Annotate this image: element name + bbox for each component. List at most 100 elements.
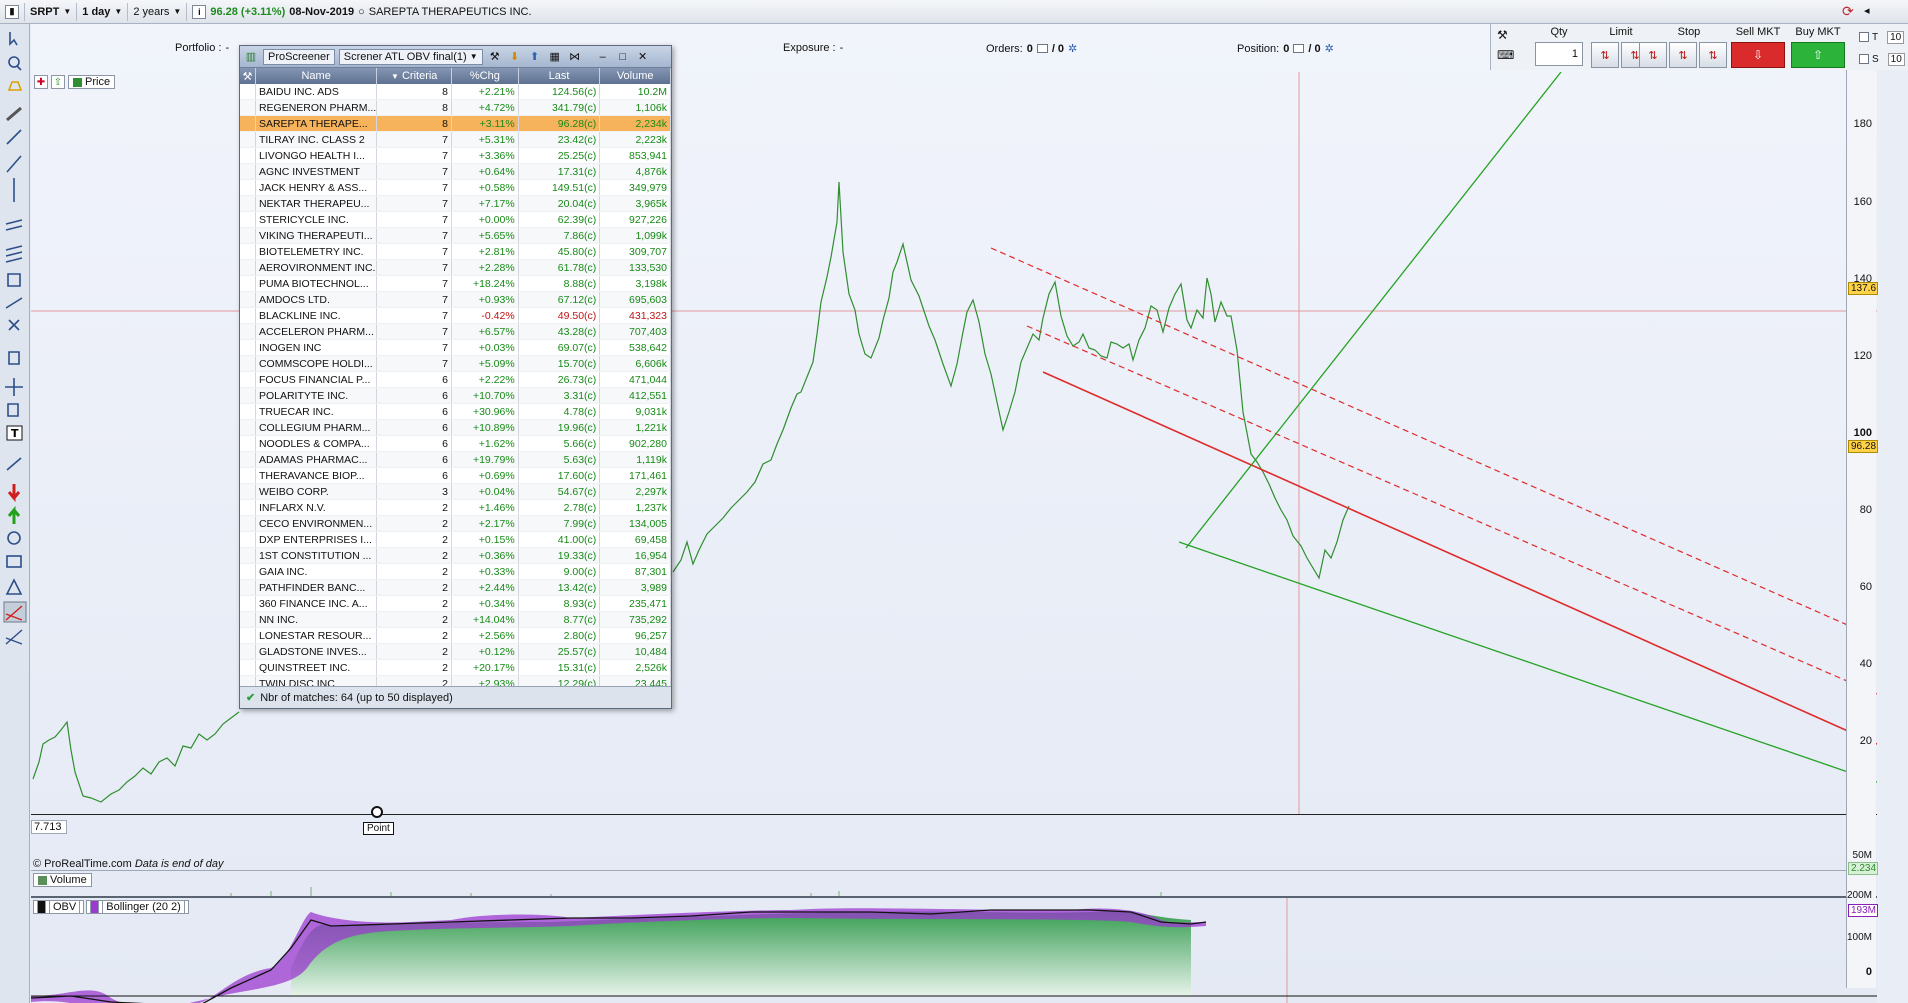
screener-title-button[interactable]: ProScreener (263, 48, 335, 65)
instrument-info[interactable]: i 96.28 (+3.11%) 08-Nov-2019 ○ SAREPTA T… (187, 3, 536, 21)
table-row[interactable]: NOODLES & COMPA... 6 +1.62% 5.66(c) 902,280 (240, 436, 671, 452)
minimize-icon[interactable]: – (595, 49, 611, 65)
checkbox-t[interactable] (1859, 32, 1869, 42)
table-row[interactable]: BLACKLINE INC. 7 -0.42% 49.50(c) 431,323 (240, 308, 671, 324)
table-row[interactable]: ACCELERON PHARM... 7 +6.57% 43.28(c) 707,403 (240, 324, 671, 340)
table-row[interactable]: 360 FINANCE INC. A... 2 +0.34% 8.93(c) 235,4… (240, 596, 671, 612)
sell-mkt-button[interactable]: ⇩ (1731, 42, 1785, 68)
gear-icon[interactable]: ✲ (1068, 42, 1077, 55)
stop-sell-button[interactable]: ⇅ (1669, 42, 1697, 68)
obv-scale: 200M (1846, 890, 1872, 901)
table-row[interactable]: AMDOCS LTD. 7 +0.93% 67.12(c) 695,603 (240, 292, 671, 308)
table-row[interactable]: COLLEGIUM PHARM... 6 +10.89% 19.96(c) 1,221k (240, 420, 671, 436)
gear-icon[interactable]: ✲ (1325, 42, 1334, 55)
table-row[interactable]: NN INC. 2 +14.04% 8.77(c) 735,292 (240, 612, 671, 628)
close-icon[interactable]: ✕ (635, 49, 651, 65)
red-trendline (1042, 371, 1877, 745)
obv-chart-canvas[interactable] (31, 898, 1877, 1003)
table-row[interactable]: COMMSCOPE HOLDI... 7 +5.09% 15.70(c) 6,606k (240, 356, 671, 372)
table-row[interactable]: VIKING THERAPEUTI... 7 +5.65% 7.86(c) 1,099k (240, 228, 671, 244)
table-row[interactable]: LONESTAR RESOUR... 2 +2.56% 2.80(c) 96,257 (240, 628, 671, 644)
refresh-icon[interactable]: ⟳ (1842, 3, 1854, 20)
col-volume[interactable]: Volume (600, 68, 672, 84)
share-icon[interactable]: ⋈ (567, 49, 583, 65)
table-row[interactable]: TRUECAR INC. 6 +30.96% 4.78(c) 9,031k (240, 404, 671, 420)
table-row[interactable]: TILRAY INC. CLASS 2 7 +5.31% 23.42(c) 2,223k (240, 132, 671, 148)
cell-volume: 96,257 (600, 628, 671, 643)
cell-volume: 309,707 (600, 244, 671, 259)
col-criteria[interactable]: ▼ Criteria (377, 68, 453, 84)
y-tick: 120 (1853, 350, 1872, 362)
table-row[interactable]: CECO ENVIRONMEN... 2 +2.17% 7.99(c) 134,005 (240, 516, 671, 532)
table-row[interactable]: FOCUS FINANCIAL P... 6 +2.22% 26.73(c) 471,0… (240, 372, 671, 388)
orders-icon[interactable] (1036, 44, 1048, 53)
table-row[interactable]: BAIDU INC. ADS 8 +2.21% 124.56(c) 10.2M (240, 84, 671, 100)
row-gutter (240, 132, 256, 147)
table-row[interactable]: NEKTAR THERAPEU... 7 +7.17% 20.04(c) 3,965k (240, 196, 671, 212)
point-marker[interactable] (371, 806, 383, 818)
table-row[interactable]: GAIA INC. 2 +0.33% 9.00(c) 87,301 (240, 564, 671, 580)
qty-input[interactable]: 1 (1535, 42, 1583, 66)
table-row[interactable]: 1ST CONSTITUTION ... 2 +0.36% 19.33(c) 16,95… (240, 548, 671, 564)
maximize-icon[interactable]: □ (615, 49, 631, 65)
buy-mkt-button[interactable]: ⇧ (1791, 42, 1845, 68)
position-icon[interactable] (1293, 44, 1305, 53)
option-s-value[interactable]: 10 (1887, 52, 1905, 66)
option-t-value[interactable]: 10 (1887, 30, 1905, 44)
add-indicator-icon[interactable]: ✚ (34, 75, 48, 89)
table-row[interactable]: TWIN DISC INC 2 +2.93% 12.29(c) 23,445 (240, 676, 671, 686)
stop-extra-button[interactable]: ⇅ (1699, 42, 1727, 68)
wrench-icon[interactable]: ⚒ (487, 49, 503, 65)
chart-type-button[interactable]: ▮ (0, 2, 25, 21)
table-row[interactable]: WEIBO CORP. 3 +0.04% 54.67(c) 2,297k (240, 484, 671, 500)
ticker-selector[interactable]: SRPT ▼ (25, 2, 78, 21)
table-row[interactable]: JACK HENRY & ASS... 7 +0.58% 149.51(c) 349,9… (240, 180, 671, 196)
table-row[interactable]: LIVONGO HEALTH I... 7 +3.36% 25.25(c) 853,94… (240, 148, 671, 164)
cell-last: 19.33(c) (519, 548, 601, 563)
layout-icon[interactable]: ▦ (547, 49, 563, 65)
cell-last: 25.25(c) (519, 148, 601, 163)
close-icon[interactable]: ◂ (1864, 4, 1870, 17)
table-row[interactable]: DXP ENTERPRISES I... 2 +0.15% 41.00(c) 69,45… (240, 532, 671, 548)
table-row[interactable]: AGNC INVESTMENT 7 +0.64% 17.31(c) 4,876k (240, 164, 671, 180)
col-chg[interactable]: %Chg (452, 68, 519, 84)
arrow-up-icon[interactable]: ⇧ (51, 75, 65, 89)
col-name[interactable]: Name (256, 68, 378, 84)
option-t[interactable]: T 10 (1859, 30, 1907, 44)
price-series-label[interactable]: Price (68, 75, 116, 89)
table-row[interactable]: REGENERON PHARM... 8 +4.72% 341.79(c) 1,106k (240, 100, 671, 116)
download-icon[interactable]: ⬇ (507, 49, 523, 65)
table-row[interactable]: PATHFINDER BANC... 2 +2.44% 13.42(c) 3,989 (240, 580, 671, 596)
keyboard-icon[interactable]: ⌨ (1497, 48, 1514, 62)
table-row[interactable]: AEROVIRONMENT INC. 7 +2.28% 61.78(c) 133,530 (240, 260, 671, 276)
cell-last: 8.93(c) (519, 596, 601, 611)
option-s[interactable]: S 10 (1859, 52, 1907, 66)
range-selector[interactable]: 2 years ▼ (128, 2, 188, 21)
stop-buy-button[interactable]: ⇅ (1639, 42, 1667, 68)
table-row[interactable]: GLADSTONE INVES... 2 +0.12% 25.57(c) 10,484 (240, 644, 671, 660)
cell-chg: +0.00% (452, 212, 519, 227)
row-gutter (240, 260, 256, 275)
cell-chg: +3.36% (452, 148, 519, 163)
table-row[interactable]: PUMA BIOTECHNOL... 7 +18.24% 8.88(c) 3,198k (240, 276, 671, 292)
screener-selector[interactable]: Screner ATL OBV final(1) ▼ (338, 48, 483, 65)
wrench-icon[interactable]: ⚒ (240, 68, 256, 84)
table-row[interactable]: POLARITYTE INC. 6 +10.70% 3.31(c) 412,551 (240, 388, 671, 404)
table-row[interactable]: QUINSTREET INC. 2 +20.17% 15.31(c) 2,526k (240, 660, 671, 676)
checkbox-s[interactable] (1859, 54, 1869, 64)
col-last[interactable]: Last (519, 68, 601, 84)
table-row[interactable]: ADAMAS PHARMAC... 6 +19.79% 5.63(c) 1,119k (240, 452, 671, 468)
table-row[interactable]: INOGEN INC 7 +0.03% 69.07(c) 538,642 (240, 340, 671, 356)
table-row[interactable]: INFLARX N.V. 2 +1.46% 2.78(c) 1,237k (240, 500, 671, 516)
upload-icon[interactable]: ⬆ (527, 49, 543, 65)
timeframe-selector[interactable]: 1 day ▼ (77, 2, 129, 21)
obv-legend-item[interactable]: OBV (33, 900, 85, 914)
table-row[interactable]: SAREPTA THERAPE... 8 +3.11% 96.28(c) 2,234k (240, 116, 671, 132)
table-row[interactable]: STERICYCLE INC. 7 +0.00% 62.39(c) 927,226 (240, 212, 671, 228)
table-row[interactable]: THERAVANCE BIOP... 6 +0.69% 17.60(c) 171,461 (240, 468, 671, 484)
alert-bell-icon (7, 81, 23, 91)
wrench-icon[interactable]: ⚒ (1497, 28, 1508, 42)
table-row[interactable]: BIOTELEMETRY INC. 7 +2.81% 45.80(c) 309,707 (240, 244, 671, 260)
limit-buy-button[interactable]: ⇅ (1591, 42, 1619, 68)
bollinger-legend-item[interactable]: Bollinger (20 2) (86, 900, 189, 914)
